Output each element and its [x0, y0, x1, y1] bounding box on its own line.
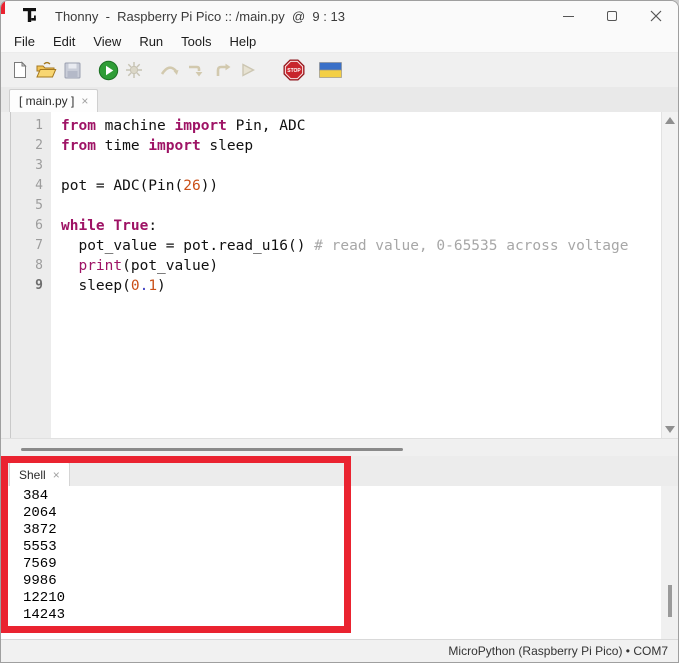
line-number: 1 [11, 116, 51, 136]
step-into-icon [183, 57, 209, 83]
menu-item-view[interactable]: View [84, 34, 130, 49]
horizontal-scroll-thumb[interactable] [21, 448, 403, 451]
code-line[interactable]: from machine import Pin, ADC [61, 116, 661, 136]
shell-tab-bar: Shell × [1, 456, 678, 486]
tab-close-icon[interactable]: × [81, 95, 88, 107]
minimize-icon[interactable] [546, 1, 590, 31]
shell-line: 3872 [23, 522, 661, 539]
shell-body: 384206438725553756999861221014243 [1, 486, 678, 639]
line-number: 5 [11, 196, 51, 216]
editor-vertical-scrollbar[interactable] [661, 112, 678, 438]
save-file-icon [59, 57, 85, 83]
status-bar: MicroPython (Raspberry Pi Pico) • COM7 [1, 639, 678, 662]
menu-item-edit[interactable]: Edit [44, 34, 84, 49]
svg-text:STOP: STOP [287, 68, 301, 74]
code-line[interactable]: from time import sleep [61, 136, 661, 156]
window-controls [546, 1, 678, 31]
editor-tab-bar: [ main.py ] × [1, 87, 678, 112]
step-out-icon [209, 57, 235, 83]
editor-horizontal-scrollbar[interactable] [1, 438, 678, 456]
line-number: 9 [11, 276, 51, 296]
code-line[interactable] [61, 196, 661, 216]
menu-item-file[interactable]: File [5, 34, 44, 49]
editor-code[interactable]: from machine import Pin, ADCfrom time im… [51, 112, 661, 438]
shell-line: 5553 [23, 539, 661, 556]
tab-label: [ main.py ] [19, 94, 74, 108]
open-file-icon[interactable] [33, 57, 59, 83]
thonny-app-icon [21, 6, 41, 26]
debug-script-icon [121, 57, 147, 83]
shell-panel: Shell × 38420643872555375699986122101424… [1, 456, 678, 639]
menu-item-help[interactable]: Help [221, 34, 266, 49]
step-over-icon [157, 57, 183, 83]
run-script-icon[interactable] [95, 57, 121, 83]
resume-icon [235, 57, 261, 83]
line-number: 7 [11, 236, 51, 256]
annotation-fragment [1, 1, 5, 14]
thonny-window: Thonny - Raspberry Pi Pico :: /main.py @… [0, 0, 679, 663]
menu-bar: File Edit View Run Tools Help [1, 31, 678, 53]
ukraine-flag-icon[interactable] [317, 57, 343, 83]
code-line[interactable]: print(pot_value) [61, 256, 661, 276]
line-number: 3 [11, 156, 51, 176]
stop-restart-icon[interactable]: STOP [281, 57, 307, 83]
shell-output[interactable]: 384206438725553756999861221014243 [1, 486, 661, 639]
shell-line: 384 [23, 488, 661, 505]
code-line[interactable]: pot = ADC(Pin(26)) [61, 176, 661, 196]
code-editor: 123456789 from machine import Pin, ADCfr… [1, 112, 678, 438]
window-title: Thonny - Raspberry Pi Pico :: /main.py @… [55, 9, 345, 24]
editor-left-margin [1, 112, 11, 438]
code-line[interactable]: while True: [61, 216, 661, 236]
line-number: 6 [11, 216, 51, 236]
shell-vertical-scrollbar[interactable] [661, 486, 678, 639]
menu-item-tools[interactable]: Tools [172, 34, 220, 49]
shell-line: 2064 [23, 505, 661, 522]
line-number: 2 [11, 136, 51, 156]
line-number: 8 [11, 256, 51, 276]
code-line[interactable]: sleep(0.1) [61, 276, 661, 296]
line-number: 4 [11, 176, 51, 196]
editor-gutter: 123456789 [11, 112, 51, 438]
code-line[interactable] [61, 156, 661, 176]
tab-main-py[interactable]: [ main.py ] × [9, 89, 98, 112]
scroll-up-icon[interactable] [665, 117, 675, 124]
menu-item-run[interactable]: Run [130, 34, 172, 49]
shell-line: 9986 [23, 573, 661, 590]
title-bar: Thonny - Raspberry Pi Pico :: /main.py @… [1, 1, 678, 31]
code-line[interactable]: pot_value = pot.read_u16() # read value,… [61, 236, 661, 256]
shell-line: 12210 [23, 590, 661, 607]
shell-tab-close-icon[interactable]: × [53, 469, 60, 481]
maximize-icon[interactable] [590, 1, 634, 31]
interpreter-status[interactable]: MicroPython (Raspberry Pi Pico) • COM7 [448, 644, 668, 658]
shell-line: 14243 [23, 607, 661, 624]
tab-shell[interactable]: Shell × [9, 462, 70, 486]
scroll-down-icon[interactable] [665, 426, 675, 433]
shell-tab-label: Shell [19, 468, 46, 482]
close-icon[interactable] [634, 1, 678, 31]
shell-scroll-thumb[interactable] [668, 585, 672, 617]
new-file-icon[interactable] [7, 57, 33, 83]
toolbar: STOP [1, 53, 678, 87]
shell-line: 7569 [23, 556, 661, 573]
